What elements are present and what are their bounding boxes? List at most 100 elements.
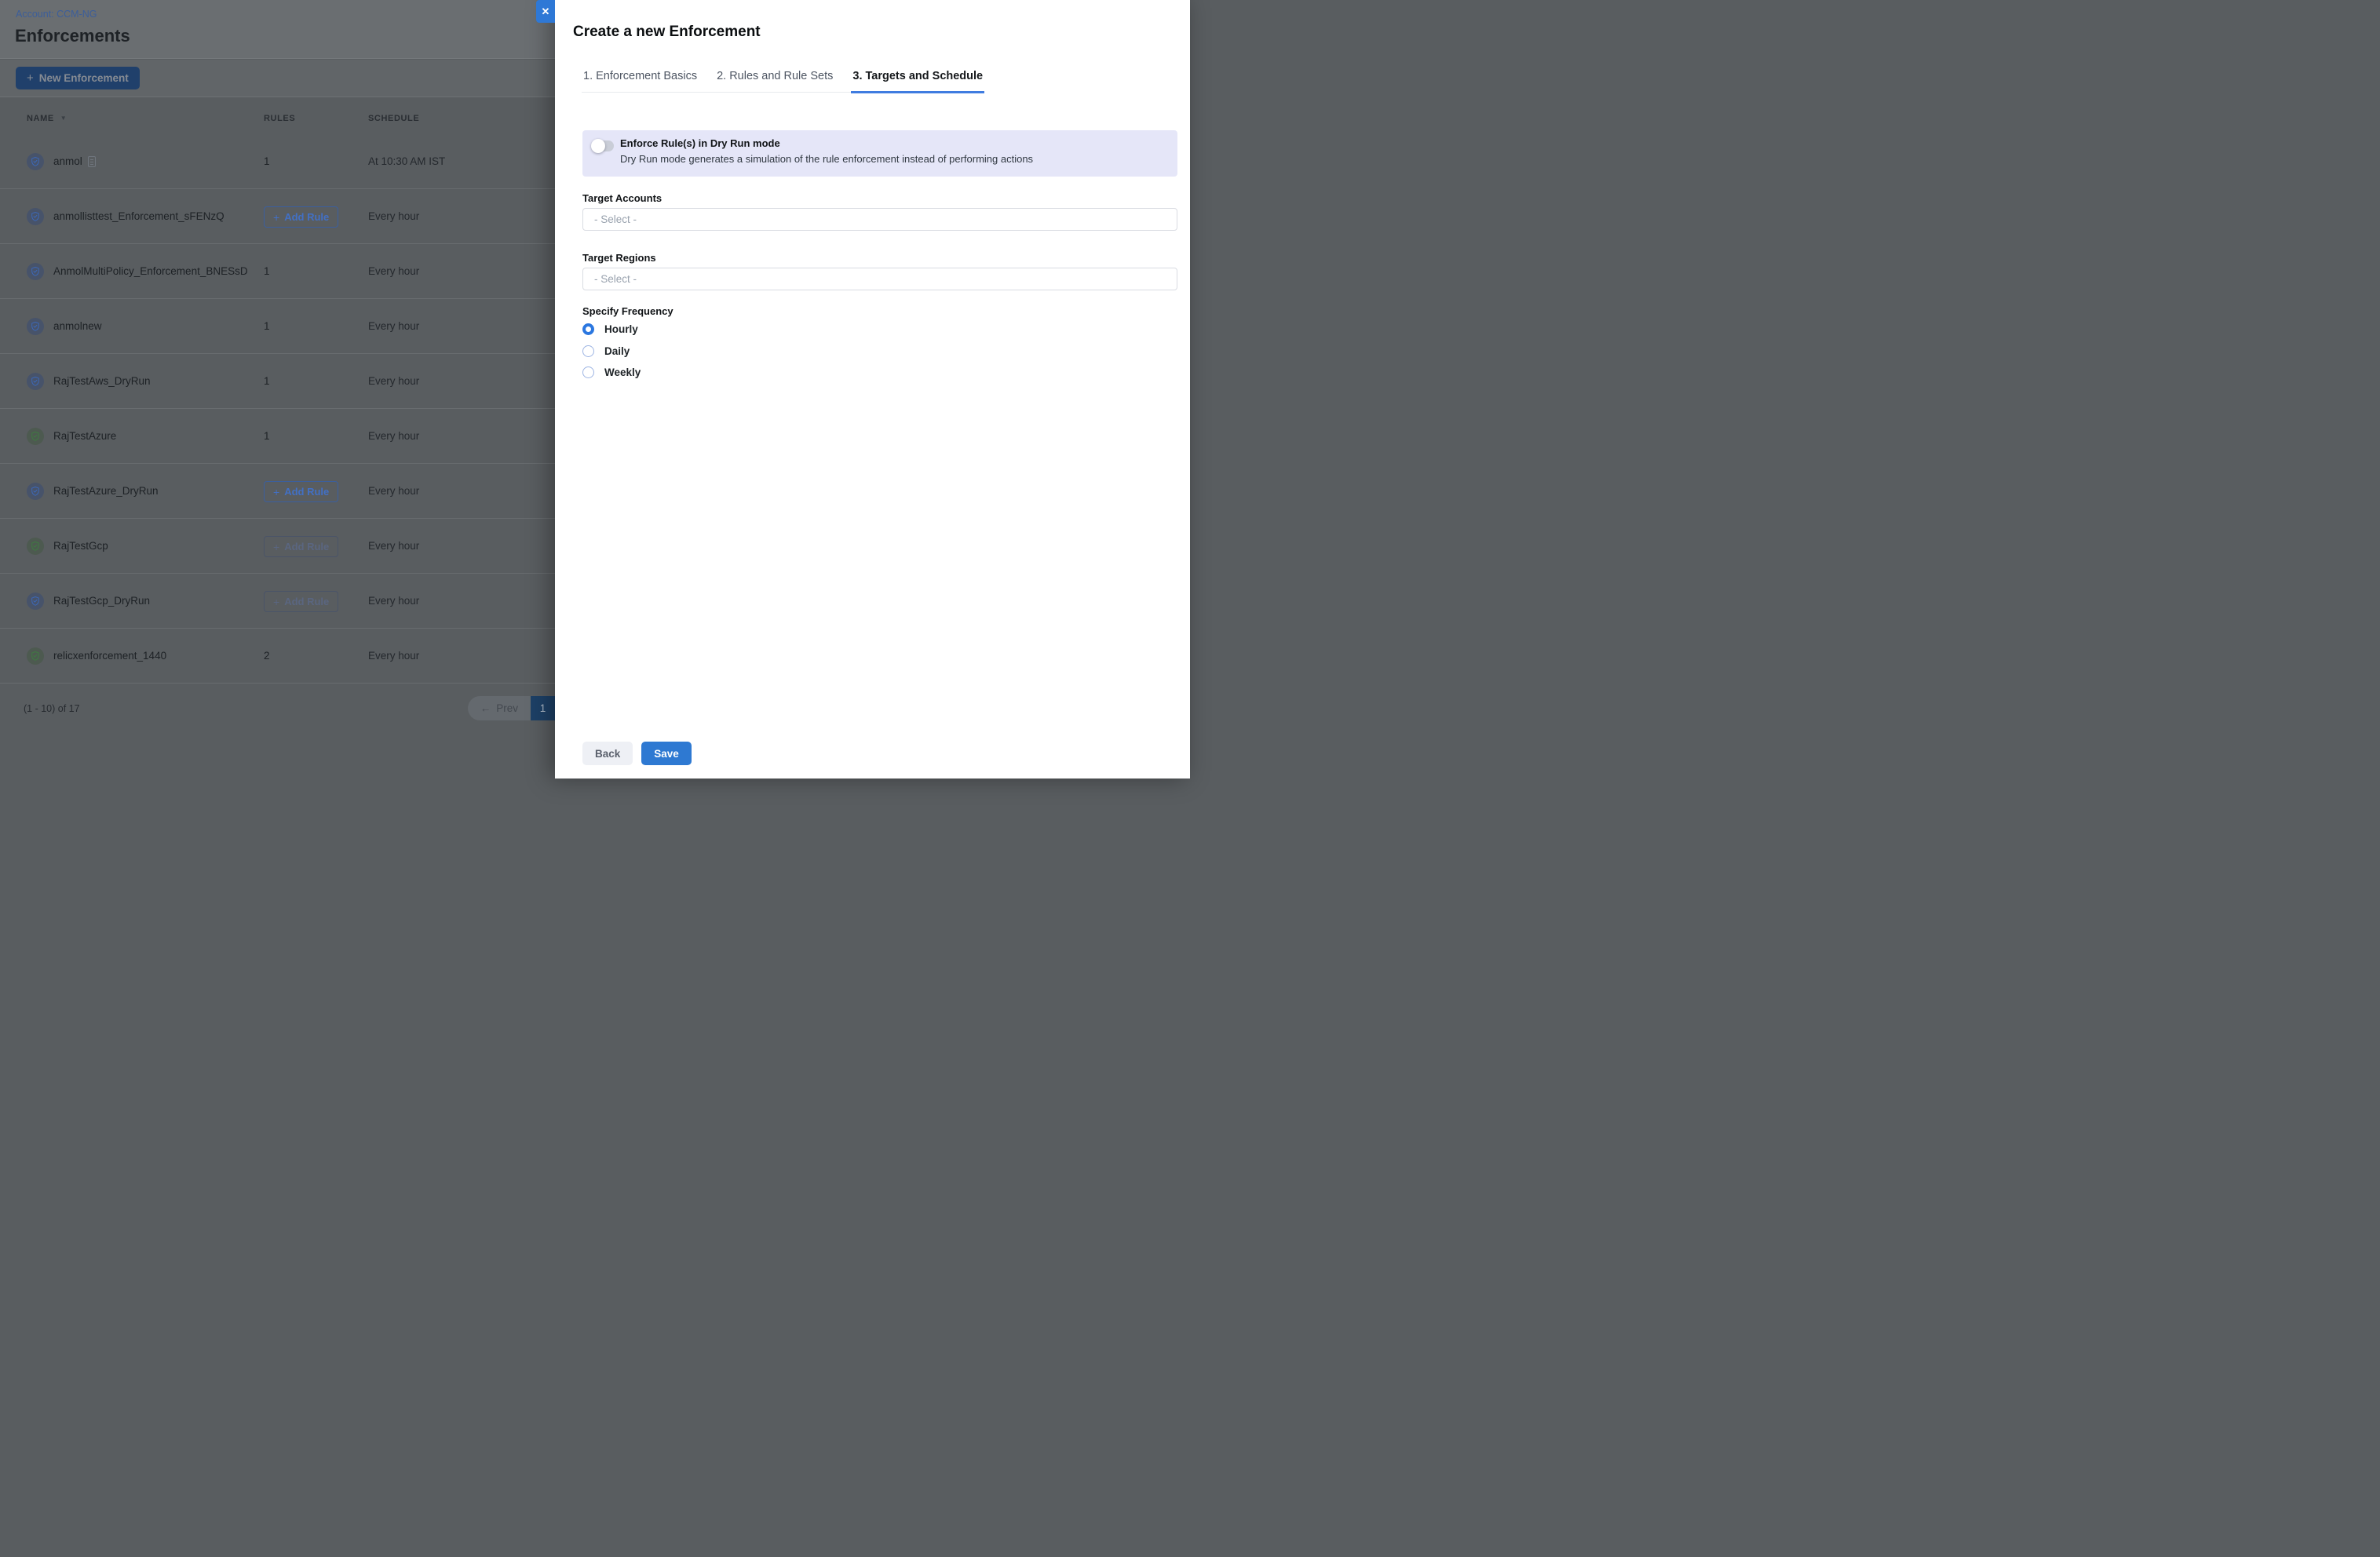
shield-check-icon [30,596,41,607]
schedule-value: Every hour [368,650,419,662]
specify-frequency-label: Specify Frequency [582,305,673,317]
enforcement-name: anmol [53,155,96,167]
enforcement-badge [27,647,44,665]
rules-count: 1 [264,265,270,277]
frequency-option-daily[interactable]: Daily [582,342,630,359]
table-row[interactable]: relicxenforcement_1440 2 Every hour [0,629,555,684]
shield-check-icon [30,376,41,387]
enforcement-name: RajTestGcp [53,540,108,552]
table-row[interactable]: RajTestAws_DryRun 1 Every hour [0,354,555,409]
new-enforcement-label: New Enforcement [39,72,129,84]
table-row[interactable]: anmollisttest_Enforcement_sFENzQ + Add R… [0,189,555,244]
close-icon: ✕ [542,5,550,17]
tab-targets-and-schedule[interactable]: 3. Targets and Schedule [851,70,984,93]
notes-icon [88,156,96,167]
schedule-value: Every hour [368,265,419,277]
toolbar: + New Enforcement [0,60,555,97]
target-accounts-select[interactable]: - Select - [582,208,1177,231]
target-regions-label: Target Regions [582,252,656,264]
rules-count: 1 [264,155,270,167]
panel-title: Create a new Enforcement [573,24,761,41]
rules-count: 1 [264,430,270,442]
shield-check-icon [30,321,41,332]
pager-group: ← Prev 1 [468,696,555,720]
enforcement-badge [27,593,44,610]
close-button[interactable]: ✕ [536,0,555,23]
rules-count: 1 [264,320,270,332]
shield-check-icon [30,266,41,277]
table-header: NAME▼ RULES SCHEDULE [0,97,555,134]
enforcement-badge [27,538,44,555]
page-title: Enforcements [15,26,130,46]
add-rule-button[interactable]: + Add Rule [264,206,338,228]
column-header-schedule: SCHEDULE [368,114,419,123]
prev-page-button[interactable]: ← Prev [468,696,531,720]
page-header: Account: CCM-NG Enforcements [0,0,555,59]
target-accounts-placeholder: - Select - [594,213,637,225]
create-enforcement-panel: ✕ Create a new Enforcement 1. Enforcemen… [555,0,1190,778]
table-row[interactable]: AnmolMultiPolicy_Enforcement_BNESsD 1 Ev… [0,244,555,299]
table-row[interactable]: anmol 1 At 10:30 AM IST [0,134,555,189]
back-button[interactable]: Back [582,742,633,765]
radio-unselected-icon [582,366,594,378]
dry-run-description: Dry Run mode generates a simulation of t… [620,153,1033,165]
save-button[interactable]: Save [641,742,692,765]
enforcement-badge [27,208,44,225]
shield-check-icon [30,156,41,167]
radio-selected-icon [582,323,594,335]
column-header-name[interactable]: NAME▼ [27,114,67,123]
table-row[interactable]: RajTestGcp_DryRun + Add Rule Every hour [0,574,555,629]
shield-check-icon [30,486,41,497]
table-row[interactable]: anmolnew 1 Every hour [0,299,555,354]
rules-count: 1 [264,375,270,387]
enforcement-badge [27,428,44,445]
add-rule-button-disabled: + Add Rule [264,591,338,612]
table-row[interactable]: RajTestAzure 1 Every hour [0,409,555,464]
enforcement-name: RajTestAzure [53,430,116,442]
enforcements-page: Account: CCM-NG Enforcements + New Enfor… [0,0,555,778]
schedule-value: Every hour [368,485,419,497]
toggle-knob-icon [591,139,605,153]
enforcements-table: NAME▼ RULES SCHEDULE anmol 1 At 10:30 AM… [0,97,555,684]
target-regions-select[interactable]: - Select - [582,268,1177,290]
schedule-value: Every hour [368,595,419,607]
column-header-rules: RULES [264,114,295,123]
new-enforcement-button[interactable]: + New Enforcement [16,67,140,89]
enforcement-name: AnmolMultiPolicy_Enforcement_BNESsD [53,265,248,277]
arrow-left-icon: ← [480,702,491,714]
page-1-button[interactable]: 1 [531,696,555,720]
shield-check-icon [30,431,41,442]
add-rule-button[interactable]: + Add Rule [264,481,338,502]
plus-icon: + [273,596,279,608]
dry-run-title: Enforce Rule(s) in Dry Run mode [620,137,780,149]
schedule-value: Every hour [368,210,419,222]
shield-check-icon [30,651,41,662]
tab-rules-and-rule-sets[interactable]: 2. Rules and Rule Sets [715,70,834,93]
enforcement-name: RajTestAws_DryRun [53,375,151,387]
radio-unselected-icon [582,345,594,357]
table-row[interactable]: RajTestAzure_DryRun + Add Rule Every hou… [0,464,555,519]
plus-icon: + [27,71,34,85]
rules-count: 2 [264,650,270,662]
add-rule-button-disabled: + Add Rule [264,536,338,557]
dry-run-banner: Enforce Rule(s) in Dry Run mode Dry Run … [582,130,1177,177]
enforcement-badge [27,483,44,500]
frequency-option-hourly[interactable]: Hourly [582,320,638,337]
plus-icon: + [273,211,279,224]
enforcement-name: RajTestGcp_DryRun [53,595,150,607]
schedule-value: At 10:30 AM IST [368,155,445,167]
dry-run-toggle[interactable] [593,140,614,151]
enforcement-name: relicxenforcement_1440 [53,650,166,662]
pagination: (1 - 10) of 17 ← Prev 1 [0,686,555,733]
pagination-summary: (1 - 10) of 17 [24,703,80,714]
breadcrumb-account-link[interactable]: Account: CCM-NG [16,9,97,20]
plus-icon: + [273,541,279,553]
enforcement-badge [27,373,44,390]
target-regions-placeholder: - Select - [594,273,637,285]
enforcement-badge [27,318,44,335]
panel-footer: Back Save [582,742,692,765]
tab-enforcement-basics[interactable]: 1. Enforcement Basics [582,70,699,93]
shield-check-icon [30,541,41,552]
frequency-option-weekly[interactable]: Weekly [582,363,641,381]
table-row[interactable]: RajTestGcp + Add Rule Every hour [0,519,555,574]
